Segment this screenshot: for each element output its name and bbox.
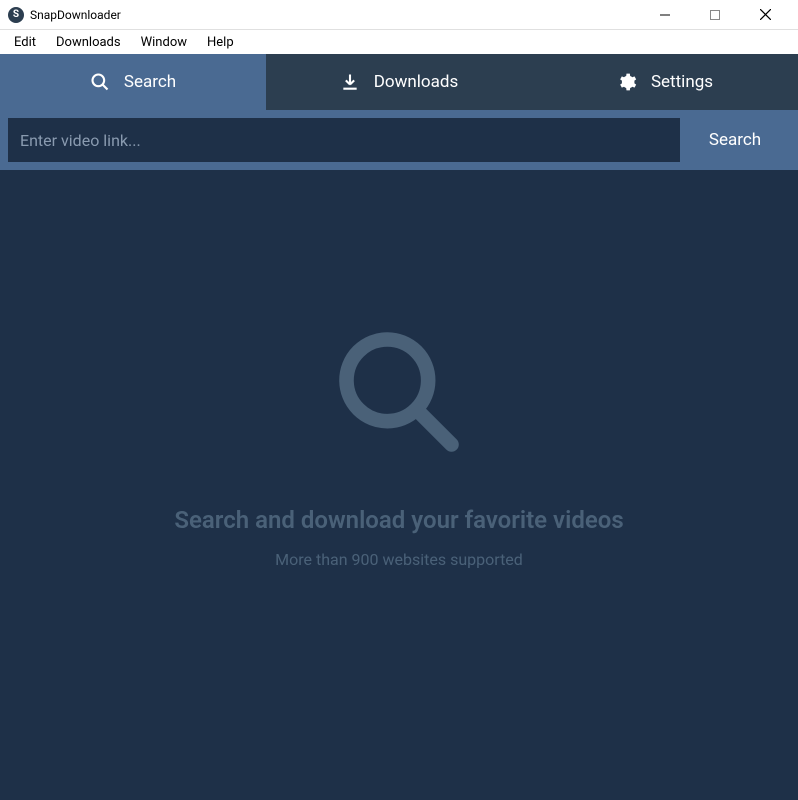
tab-settings-label: Settings [651,72,713,92]
empty-state-subtext: More than 900 websites supported [275,550,523,569]
search-input[interactable] [8,118,680,162]
minimize-button[interactable] [650,0,680,30]
tab-search[interactable]: Search [0,54,266,110]
menu-edit[interactable]: Edit [4,33,46,52]
search-icon [90,72,110,92]
gear-icon [617,72,637,92]
title-bar: S SnapDownloader [0,0,798,30]
window-controls [650,0,790,30]
download-icon [340,72,360,92]
search-button[interactable]: Search [680,118,790,162]
search-bar: Search [0,110,798,170]
menu-help[interactable]: Help [197,33,244,52]
tab-settings[interactable]: Settings [532,54,798,110]
menu-window[interactable]: Window [131,33,197,52]
tab-search-label: Search [124,72,176,92]
close-button[interactable] [750,0,780,30]
menu-downloads[interactable]: Downloads [46,33,131,52]
tab-downloads[interactable]: Downloads [266,54,532,110]
menu-bar: Edit Downloads Window Help [0,30,798,54]
tabs: Search Downloads Settings [0,54,798,110]
search-large-icon [329,322,469,466]
app-icon: S [8,7,24,23]
main-content: Search and download your favorite videos… [0,170,798,800]
maximize-button[interactable] [700,0,730,30]
app-title: SnapDownloader [30,8,650,22]
empty-state-headline: Search and download your favorite videos [174,506,623,534]
tab-downloads-label: Downloads [374,72,458,92]
